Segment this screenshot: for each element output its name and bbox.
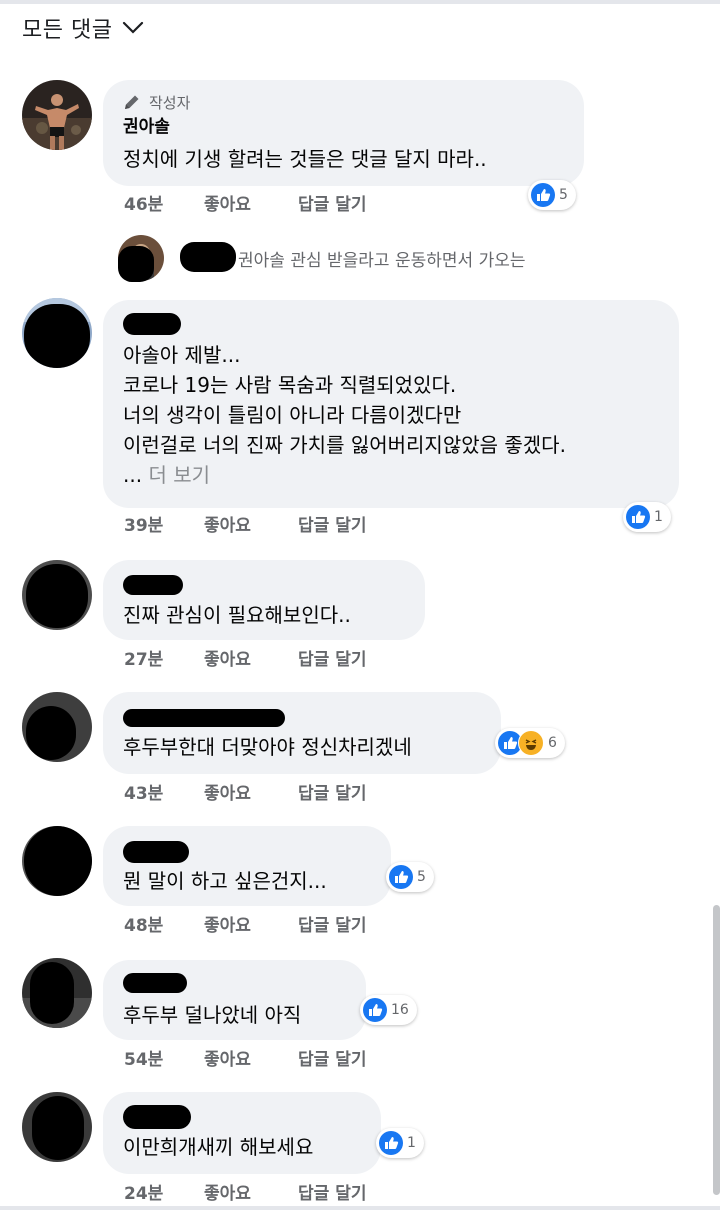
- like-button[interactable]: 좋아요: [204, 911, 298, 936]
- comment-actions: 43분 좋아요 답글 달기: [124, 778, 366, 804]
- haha-reaction-icon: [518, 730, 544, 756]
- avatar[interactable]: [22, 560, 92, 630]
- like-reaction-icon: [389, 865, 413, 889]
- see-more-link[interactable]: ... 더 보기: [123, 460, 659, 490]
- comment-bubble: 아솔아 제발... 코로나 19는 사람 목숨과 직렬되었있다. 너의 생각이 …: [103, 300, 679, 508]
- comment-bubble: 진짜 관심이 필요해보인다..: [103, 560, 425, 640]
- comment-text: 이만희개새끼 해보세요: [123, 1135, 314, 1159]
- like-reaction-icon: [363, 998, 387, 1022]
- reaction-summary[interactable]: 6: [495, 728, 565, 758]
- reaction-summary[interactable]: 5: [386, 862, 434, 892]
- comment-actions: 24분 좋아요 답글 달기: [124, 1178, 366, 1204]
- reaction-count: 1: [407, 1135, 416, 1151]
- like-button[interactable]: 좋아요: [204, 779, 298, 804]
- like-reaction-icon: [379, 1131, 403, 1155]
- pencil-icon: [125, 95, 139, 109]
- comment-text: 후두부 덜나았네 아직: [123, 1003, 302, 1027]
- comment-bubble: 이만희개새끼 해보세요: [103, 1092, 381, 1174]
- redaction-mark: [180, 242, 236, 272]
- reply-preview[interactable]: 권아솔 관심 받을라고 운동하면서 가오는: [118, 235, 678, 282]
- scrollbar[interactable]: [713, 905, 720, 1195]
- reply-button[interactable]: 답글 달기: [298, 511, 366, 536]
- comment-actions: 39분 좋아요 답글 달기: [124, 510, 366, 536]
- comment-bubble: 작성자 권아솔 정치에 기생 할려는 것들은 댓글 달지 마라..: [103, 80, 584, 186]
- reaction-summary[interactable]: 1: [623, 502, 671, 532]
- comment-text: 정치에 기생 할려는 것들은 댓글 달지 마라..: [123, 147, 487, 171]
- reply-button[interactable]: 답글 달기: [298, 190, 366, 215]
- avatar[interactable]: [22, 826, 92, 896]
- redaction-mark: [123, 973, 187, 993]
- redaction-mark: [123, 575, 183, 595]
- comment-bubble: 뭔 말이 하고 싶은건지...: [103, 826, 391, 906]
- like-reaction-icon: [531, 183, 555, 207]
- reply-button[interactable]: 답글 달기: [298, 1179, 366, 1204]
- comment-bubble: 후두부 덜나았네 아직: [103, 960, 366, 1040]
- comment-text: 후두부한대 더맞아야 정신차리겠네: [123, 735, 412, 759]
- avatar[interactable]: [22, 80, 92, 150]
- like-button[interactable]: 좋아요: [204, 645, 298, 670]
- reaction-summary[interactable]: 5: [528, 180, 576, 210]
- chevron-down-icon: [123, 21, 144, 34]
- redaction-mark: [123, 709, 285, 727]
- comment-text: 진짜 관심이 필요해보인다..: [123, 603, 351, 627]
- comment-author[interactable]: [123, 571, 405, 595]
- comment-text: 뭔 말이 하고 싶은건지...: [123, 869, 327, 893]
- reply-button[interactable]: 답글 달기: [298, 911, 366, 936]
- comment-author[interactable]: 권아솔: [123, 115, 564, 139]
- comment-author[interactable]: [123, 703, 481, 727]
- bottom-divider: [0, 1206, 720, 1210]
- comment-text: 아솔아 제발... 코로나 19는 사람 목숨과 직렬되었있다. 너의 생각이 …: [123, 343, 566, 457]
- like-button[interactable]: 좋아요: [204, 1179, 298, 1204]
- author-badge: 작성자: [123, 91, 564, 113]
- comment-timestamp[interactable]: 43분: [124, 779, 204, 804]
- comment-filter-label: 모든 댓글: [22, 18, 113, 43]
- reply-button[interactable]: 답글 달기: [298, 645, 366, 670]
- comment-author[interactable]: [123, 311, 659, 335]
- reaction-count: 16: [391, 1002, 409, 1018]
- like-button[interactable]: 좋아요: [204, 511, 298, 536]
- redaction-mark: [123, 841, 189, 863]
- comment-timestamp[interactable]: 27분: [124, 645, 204, 670]
- top-divider: [0, 0, 720, 4]
- comment-author[interactable]: [123, 837, 371, 863]
- reaction-summary[interactable]: 1: [376, 1128, 424, 1158]
- like-button[interactable]: 좋아요: [204, 190, 298, 215]
- comment-author[interactable]: [123, 1103, 361, 1129]
- comment-author[interactable]: [123, 971, 346, 995]
- comment-timestamp[interactable]: 46분: [124, 190, 204, 215]
- comment-timestamp[interactable]: 48분: [124, 911, 204, 936]
- like-reaction-icon: [626, 505, 650, 529]
- redaction-mark: [123, 1105, 191, 1129]
- comment-actions: 54분 좋아요 답글 달기: [124, 1044, 366, 1070]
- avatar[interactable]: [22, 1092, 92, 1162]
- comment-actions: 46분 좋아요 답글 달기: [124, 189, 366, 215]
- comment-timestamp[interactable]: 54분: [124, 1045, 204, 1070]
- reaction-count: 1: [654, 509, 663, 525]
- comment-actions: 27분 좋아요 답글 달기: [124, 644, 366, 670]
- avatar[interactable]: [22, 298, 92, 368]
- reaction-count: 5: [417, 869, 426, 885]
- redaction-mark: [118, 246, 154, 282]
- reaction-count: 5: [559, 187, 568, 203]
- like-button[interactable]: 좋아요: [204, 1045, 298, 1070]
- comment-actions: 48분 좋아요 답글 달기: [124, 910, 366, 936]
- reply-button[interactable]: 답글 달기: [298, 779, 366, 804]
- redaction-mark: [123, 313, 181, 335]
- avatar[interactable]: [22, 958, 92, 1028]
- comment-timestamp[interactable]: 39분: [124, 511, 204, 536]
- comment-timestamp[interactable]: 24분: [124, 1179, 204, 1204]
- reply-button[interactable]: 답글 달기: [298, 1045, 366, 1070]
- comment-filter-dropdown[interactable]: 모든 댓글: [22, 10, 144, 46]
- reply-preview-text: 권아솔 관심 받을라고 운동하면서 가오는: [238, 250, 526, 271]
- reaction-summary[interactable]: 16: [360, 995, 417, 1025]
- reaction-count: 6: [548, 735, 557, 751]
- comment-bubble: 후두부한대 더맞아야 정신차리겠네: [103, 692, 501, 774]
- avatar[interactable]: [22, 692, 92, 762]
